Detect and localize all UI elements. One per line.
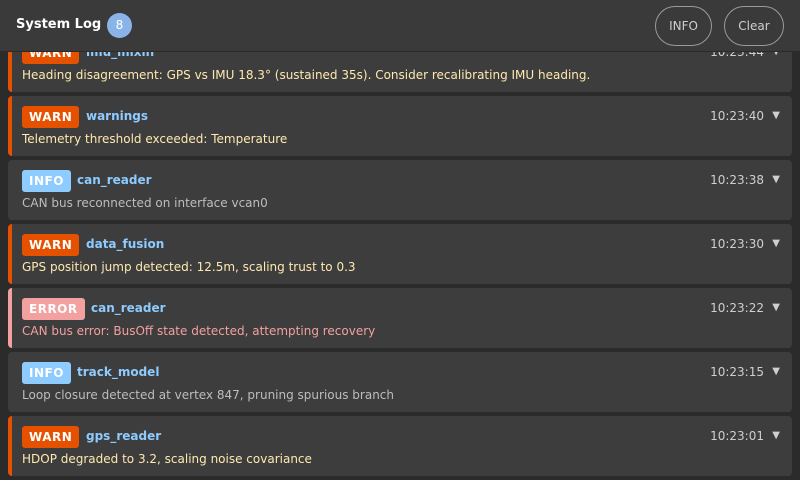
level-badge: WARN xyxy=(22,106,80,128)
page-title: System Log xyxy=(16,17,102,32)
chevron-down-icon[interactable]: ▼ xyxy=(772,302,780,313)
chevron-down-icon[interactable]: ▼ xyxy=(772,366,780,377)
severity-stripe xyxy=(8,416,12,476)
severity-stripe xyxy=(8,288,12,348)
timestamp: 10:23:22 xyxy=(710,301,764,315)
source-label: can_reader xyxy=(77,173,152,187)
timestamp: 10:23:15 xyxy=(710,365,764,379)
timestamp: 10:23:38 xyxy=(710,173,764,187)
system-log-app: WARN imu_mixin 10:23:44 ▼ Heading disagr… xyxy=(0,0,800,480)
count-badge: 8 xyxy=(107,13,132,38)
source-label: gps_reader xyxy=(86,429,162,443)
level-badge: WARN xyxy=(22,234,80,256)
chevron-down-icon[interactable]: ▼ xyxy=(772,174,780,185)
timestamp: 10:23:40 xyxy=(710,109,764,123)
log-entry[interactable]: INFO track_model 10:23:15 ▼ Loop closure… xyxy=(8,352,792,412)
clear-button[interactable]: Clear xyxy=(724,6,784,46)
log-message: HDOP degraded to 3.2, scaling noise cova… xyxy=(22,452,312,466)
chevron-down-icon[interactable]: ▼ xyxy=(772,430,780,441)
level-badge: INFO xyxy=(22,170,71,192)
chevron-down-icon[interactable]: ▼ xyxy=(772,238,780,249)
log-entry[interactable]: WARN data_fusion 10:23:30 ▼ GPS position… xyxy=(8,224,792,284)
source-label: warnings xyxy=(86,109,149,123)
header-bar: System Log 8 INFO Clear xyxy=(0,0,800,52)
level-badge: WARN xyxy=(22,426,80,448)
log-entry[interactable]: WARN warnings 10:23:40 ▼ Telemetry thres… xyxy=(8,96,792,156)
log-message: CAN bus reconnected on interface vcan0 xyxy=(22,196,268,210)
log-list: WARN imu_mixin 10:23:44 ▼ Heading disagr… xyxy=(0,0,800,480)
timestamp: 10:23:30 xyxy=(710,237,764,251)
log-message: Telemetry threshold exceeded: Temperatur… xyxy=(22,132,288,146)
source-label: data_fusion xyxy=(86,237,165,251)
level-badge: ERROR xyxy=(22,298,85,320)
log-entry[interactable]: ERROR can_reader 10:23:22 ▼ CAN bus erro… xyxy=(8,288,792,348)
log-message: GPS position jump detected: 12.5m, scali… xyxy=(22,260,356,274)
source-label: can_reader xyxy=(91,301,166,315)
log-entry[interactable]: WARN gps_reader 10:23:01 ▼ HDOP degraded… xyxy=(8,416,792,476)
chevron-down-icon[interactable]: ▼ xyxy=(772,110,780,121)
log-message: Loop closure detected at vertex 847, pru… xyxy=(22,388,395,402)
log-message: Heading disagreement: GPS vs IMU 18.3° (… xyxy=(22,68,591,82)
timestamp: 10:23:01 xyxy=(710,429,764,443)
source-label: track_model xyxy=(77,365,160,379)
severity-stripe xyxy=(8,96,12,156)
log-entry[interactable]: INFO can_reader 10:23:38 ▼ CAN bus recon… xyxy=(8,160,792,220)
info-filter-button[interactable]: INFO xyxy=(655,6,712,46)
severity-stripe xyxy=(8,224,12,284)
level-badge: INFO xyxy=(22,362,71,384)
log-message: CAN bus error: BusOff state detected, at… xyxy=(22,324,376,338)
